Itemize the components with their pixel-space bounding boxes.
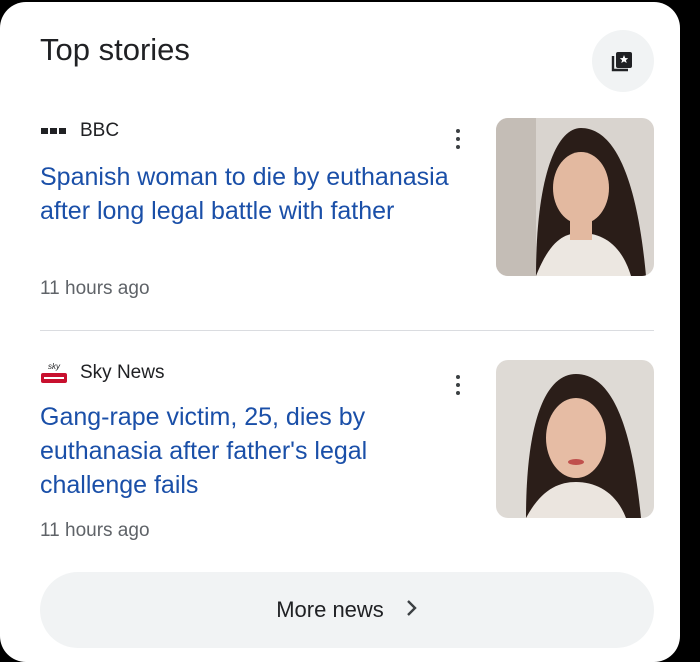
story-headline[interactable]: Spanish woman to die by euthanasia after… <box>40 160 460 228</box>
follow-button[interactable] <box>592 30 654 92</box>
story-item[interactable]: sky Sky News Gang-rape victim, 25, dies … <box>40 360 654 550</box>
svg-text:sky: sky <box>48 362 61 371</box>
top-stories-card: Top stories BBC Spanish woman to die by … <box>0 2 680 662</box>
more-news-button[interactable]: More news <box>40 572 654 648</box>
story-time: 11 hours ago <box>40 520 150 541</box>
story-thumbnail[interactable] <box>496 118 654 276</box>
story-time: 11 hours ago <box>40 278 150 299</box>
bookmark-star-icon <box>611 52 632 72</box>
story-headline[interactable]: Gang-rape victim, 25, dies by euthanasia… <box>40 400 460 502</box>
chevron-right-icon <box>406 597 418 623</box>
section-title: Top stories <box>40 32 190 67</box>
story-divider <box>40 330 654 331</box>
source-name: BBC <box>80 120 120 141</box>
more-vert-icon[interactable] <box>448 368 468 402</box>
sky-news-logo: sky <box>40 360 70 386</box>
more-vert-icon[interactable] <box>448 122 468 156</box>
more-news-label: More news <box>276 597 384 622</box>
story-thumbnail[interactable] <box>496 360 654 518</box>
bbc-logo <box>40 118 70 144</box>
story-item[interactable]: BBC Spanish woman to die by euthanasia a… <box>40 118 654 308</box>
source-name: Sky News <box>80 362 165 383</box>
